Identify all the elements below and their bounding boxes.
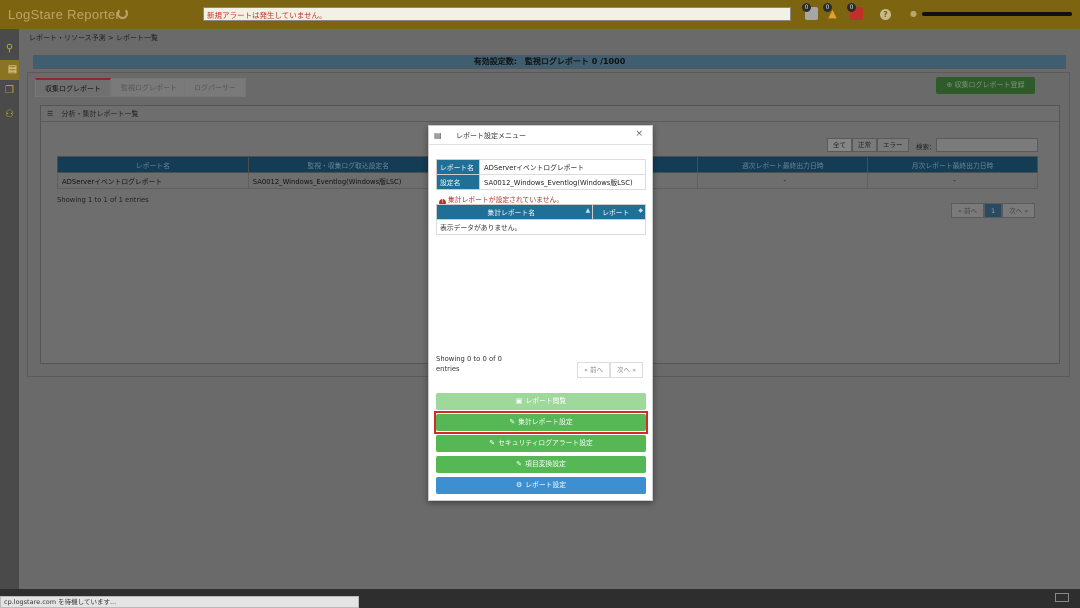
cell-monthly-output: - — [867, 172, 1038, 189]
report-info-table: レポート名 ADServerイベントログレポート 設定名 SA0012_Wind… — [436, 159, 646, 190]
modal-header: ▤ レポート設定メニュー × — [429, 126, 652, 145]
error-notification-icon[interactable]: 0 — [847, 3, 863, 20]
search-icon[interactable]: ⚲ — [0, 39, 19, 59]
edit-icon: ✎ — [489, 439, 496, 447]
view-report-button[interactable]: ▣ レポート閲覧 — [436, 393, 646, 410]
filter-all[interactable]: 全て — [827, 138, 852, 152]
page-1-button[interactable]: 1 — [984, 203, 1003, 218]
col-setting-name[interactable]: 監視・収集ログ取込設定名 — [247, 156, 449, 173]
col-report[interactable]: レポート ◆ — [592, 204, 646, 220]
setting-name-value: SA0012_Windows_Eventlog(Windows版LSC) — [479, 174, 646, 190]
table-info: Showing 1 to 1 of 1 entries — [57, 196, 149, 204]
top-bar: LogStare Reporter 新規アラートは発生していません。 0 ▲ 0… — [0, 0, 1080, 29]
tab-log-parser[interactable]: ログパーサー — [184, 78, 246, 97]
modal-pagination: « 前へ 次へ » — [577, 362, 644, 378]
question-icon[interactable]: ? — [880, 9, 891, 20]
report-settings-modal: ▤ レポート設定メニュー × レポート名 ADServerイベントログレポート … — [428, 125, 653, 501]
pagination: « 前へ 1 次へ » — [951, 203, 1036, 218]
notification-badge: 0 — [847, 3, 856, 12]
copy-icon[interactable]: ❐ — [0, 81, 19, 101]
users-icon[interactable]: ⚇ — [0, 105, 19, 125]
field-conversion-settings-button[interactable]: ✎ 項目変換設定 — [436, 456, 646, 473]
search-label: 検索： — [916, 143, 936, 151]
sort-icon: ◆ — [638, 207, 643, 214]
notification-badge: 0 — [823, 3, 832, 12]
warning-notification-icon[interactable]: ▲ 0 — [823, 3, 839, 20]
status-url: cp.logstare.com を待機しています... — [0, 596, 359, 608]
col-weekly-output[interactable]: 週次レポート最終出力日時 — [697, 156, 869, 173]
gear-icon: ⚙ — [515, 481, 523, 489]
table-header-row: 集計レポート名 ▲ レポート ◆ — [435, 204, 646, 220]
empty-message: 表示データがありません。 — [436, 219, 646, 235]
security-log-alert-settings-button[interactable]: ✎ セキュリティログアラート設定 — [436, 435, 646, 452]
report-name-value: ADServerイベントログレポート — [479, 159, 646, 175]
sort-icon: ▲ — [585, 207, 591, 214]
cell-report-name[interactable]: ADServerイベントログレポート — [57, 172, 249, 189]
table-row: 表示データがありません。 — [436, 219, 646, 235]
panel-title: 分析・集計レポート一覧 — [61, 110, 139, 118]
modal-prev-button[interactable]: « 前へ — [577, 362, 611, 378]
modal-title: レポート設定メニュー — [456, 132, 526, 140]
aggregate-report-settings-button[interactable]: ✎ 集計レポート設定 — [436, 414, 646, 431]
notification-badge: 0 — [802, 3, 811, 12]
breadcrumb: レポート・リソース予測 > レポート一覧 — [29, 34, 158, 42]
register-report-button[interactable]: ⊕ 収集ログレポート登録 — [936, 77, 1035, 94]
filter-error[interactable]: エラー — [877, 138, 909, 152]
sidebar: ⚲ ▤ ❐ ⚇ — [0, 29, 25, 589]
next-page-button[interactable]: 次へ » — [1002, 203, 1036, 218]
panel-header: ☰ 分析・集計レポート一覧 — [41, 106, 1059, 122]
edit-icon: ✎ — [509, 418, 516, 426]
report-name-label: レポート名 — [436, 159, 480, 175]
app-title[interactable]: LogStare Reporter — [8, 7, 120, 22]
col-aggregate-report-name[interactable]: 集計レポート名 ▲ — [435, 204, 594, 220]
close-icon[interactable]: × — [635, 129, 643, 139]
list-icon: ▤ — [434, 131, 442, 140]
status-filter: 全て 正常 エラー — [827, 138, 909, 152]
tab-collected-log-report[interactable]: 収集ログレポート — [35, 78, 111, 97]
search-input[interactable] — [936, 138, 1038, 152]
tab-monitor-log-report[interactable]: 監視ログレポート — [111, 78, 187, 97]
image-icon: ▣ — [515, 397, 523, 405]
modal-next-button[interactable]: 次へ » — [610, 362, 644, 378]
list-icon: ☰ — [47, 110, 54, 118]
aggregate-report-table: 集計レポート名 ▲ レポート ◆ 表示データがありません。 — [435, 204, 646, 235]
cell-weekly-output: - — [697, 172, 869, 189]
filter-normal[interactable]: 正常 — [852, 138, 877, 152]
modal-table-info: Showing 0 to 0 of 0 entries — [436, 355, 503, 373]
prev-page-button[interactable]: « 前へ — [951, 203, 985, 218]
user-name-redacted — [922, 12, 1072, 16]
refresh-icon[interactable] — [117, 8, 128, 19]
report-settings-button[interactable]: ⚙ レポート設定 — [436, 477, 646, 494]
col-monthly-output[interactable]: 月次レポート最終出力日時 — [867, 156, 1038, 173]
warning-text: 集計レポートが設定されていません。 — [448, 196, 564, 204]
setting-name-label: 設定名 — [436, 174, 480, 190]
window-icon — [1055, 593, 1069, 602]
alert-message: 新規アラートは発生していません。 — [207, 11, 327, 20]
col-report-name[interactable]: レポート名 — [57, 156, 249, 173]
alert-bar: 新規アラートは発生していません。 — [203, 7, 791, 21]
gear-notification-icon[interactable]: 0 — [802, 3, 818, 20]
user-icon: ● — [910, 9, 917, 18]
cell-setting-name: SA0012_Windows_Eventlog(Windows版LSC) — [247, 172, 449, 189]
edit-icon: ✎ — [516, 460, 523, 468]
summary-bar: 有効設定数: 監視ログレポート 0 /1000 — [33, 55, 1066, 69]
